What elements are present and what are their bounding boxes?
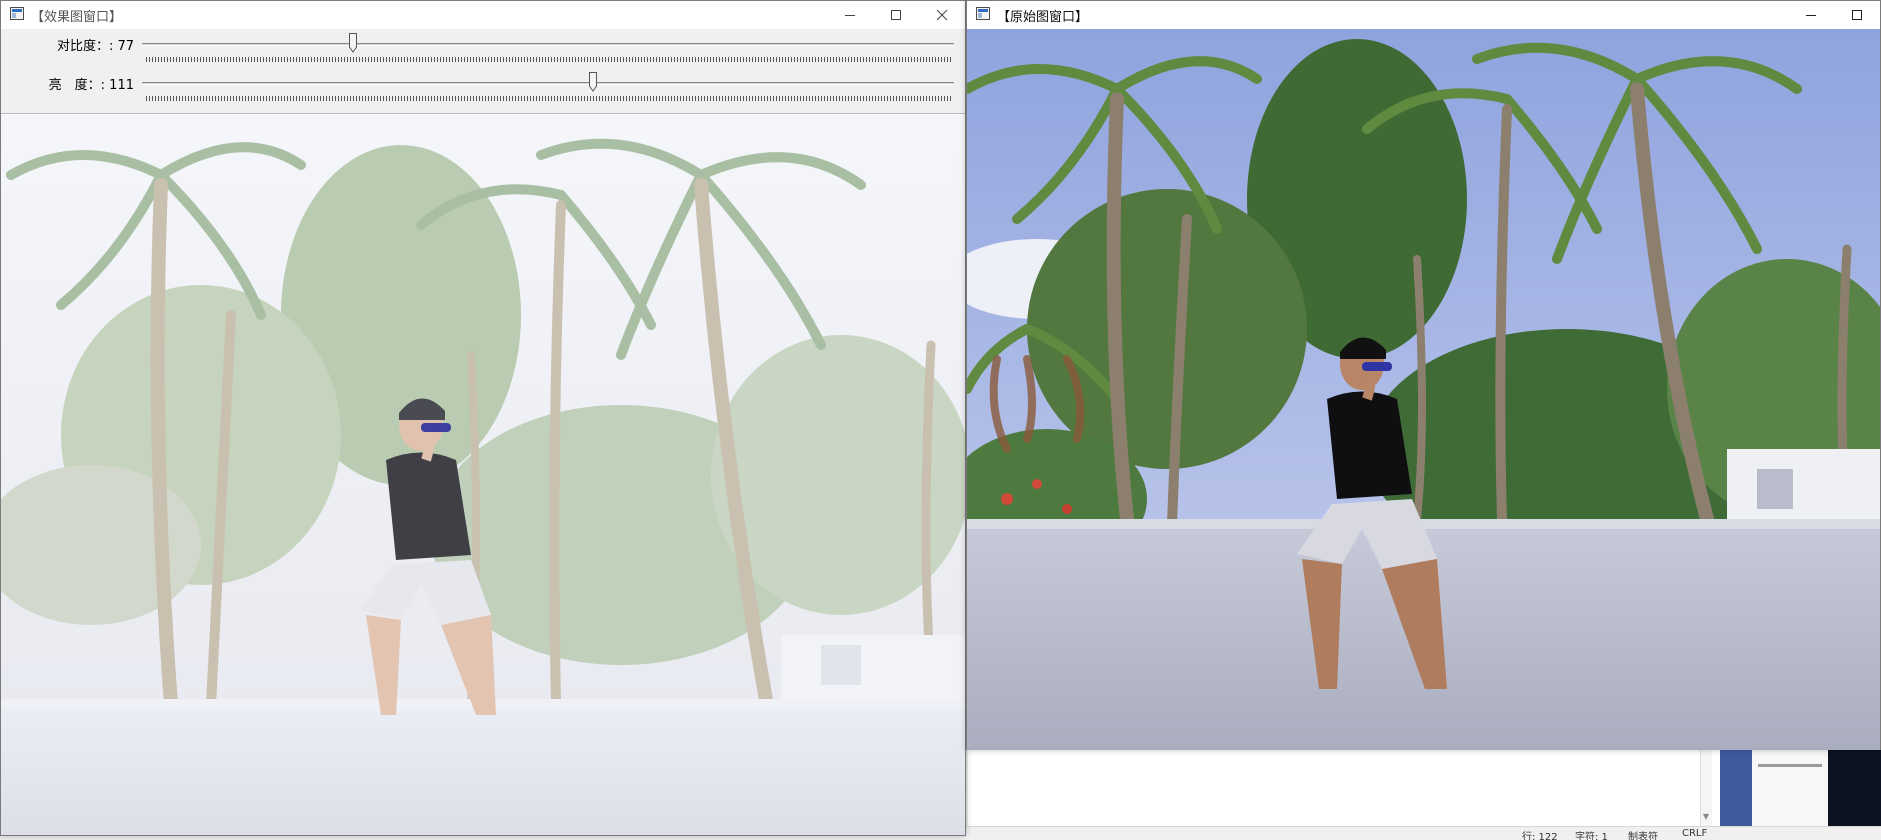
brightness-trackbar-row: 亮 度：: 111	[1, 70, 965, 108]
background-divider	[1758, 764, 1822, 767]
maximize-icon	[891, 10, 901, 20]
contrast-slider-thumb[interactable]	[348, 33, 357, 53]
contrast-label: 对比度：: 77	[56, 39, 134, 54]
original-photo-svg	[967, 29, 1880, 750]
original-image	[967, 29, 1880, 750]
original-window-title: 【原始图窗口】	[997, 10, 1089, 25]
effect-image	[1, 115, 965, 835]
brightness-slider-ticks	[146, 96, 952, 101]
effect-window-title: 【效果图窗口】	[31, 10, 123, 25]
brightness-slider-thumb[interactable]	[589, 72, 598, 92]
trackbar-panel: 对比度：: 77 亮 度：: 111	[1, 29, 965, 114]
contrast-slider-track[interactable]	[142, 43, 954, 46]
minimize-button[interactable]	[1788, 1, 1834, 29]
window-app-icon	[10, 7, 24, 20]
close-icon	[936, 9, 948, 21]
maximize-button[interactable]	[1834, 1, 1880, 29]
window-app-icon	[976, 7, 990, 20]
close-button[interactable]	[919, 1, 965, 29]
maximize-icon	[1852, 10, 1862, 20]
status-eol: CRLF	[1682, 828, 1708, 839]
scroll-down-icon[interactable]: ▼	[1701, 812, 1711, 822]
effect-window-titlebar[interactable]: 【效果图窗口】	[1, 1, 965, 29]
effect-window[interactable]: 【效果图窗口】 对比度：: 77 亮 度：: 111	[0, 0, 966, 836]
minimize-icon	[1806, 15, 1816, 16]
status-line: 行: 122	[1522, 832, 1558, 840]
brightness-label: 亮 度：: 111	[48, 78, 134, 93]
original-window-titlebar[interactable]: 【原始图窗口】	[967, 1, 1880, 29]
minimize-button[interactable]	[827, 1, 873, 29]
status-tab: 制表符	[1628, 832, 1658, 840]
contrast-trackbar-row: 对比度：: 77	[1, 31, 965, 69]
contrast-slider-ticks	[146, 57, 952, 62]
brightness-slider-track[interactable]	[142, 82, 954, 85]
status-col: 字符: 1	[1575, 832, 1608, 840]
original-window[interactable]: 【原始图窗口】	[966, 0, 1881, 750]
minimize-icon	[845, 15, 855, 16]
maximize-button[interactable]	[873, 1, 919, 29]
effect-photo-svg	[1, 115, 965, 835]
